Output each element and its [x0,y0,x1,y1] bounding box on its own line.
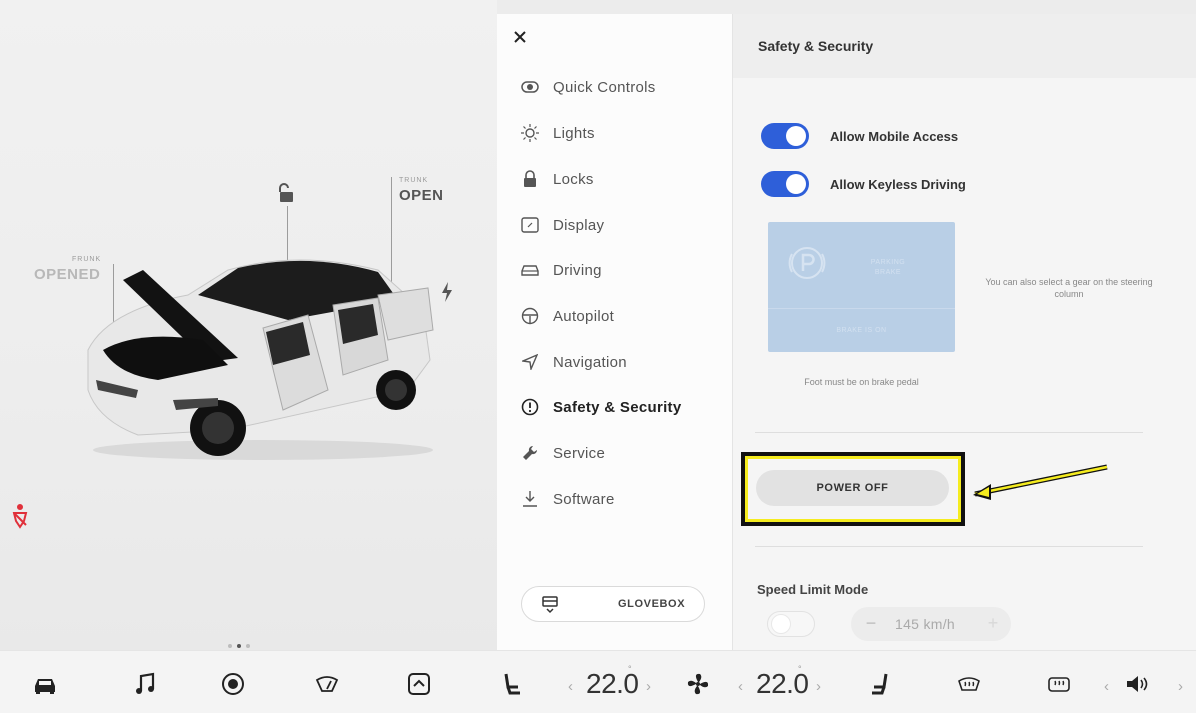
allow-keyless-driving-label: Allow Keyless Driving [830,177,966,192]
driver-seat-heater-icon[interactable] [498,671,524,697]
close-icon[interactable] [511,28,529,46]
bottom-bar: ‹ 22.0 ° › ‹ 22.0 ° › ‹ › [0,650,1196,713]
menu-label: Software [553,490,615,508]
car-icon [519,259,541,281]
rear-defrost-icon[interactable] [1046,671,1072,697]
menu-item-service[interactable]: Service [519,437,719,469]
safety-security-panel: Safety & Security Allow Mobile Access Al… [733,14,1196,650]
menu-label: Locks [553,170,594,188]
menu-item-display[interactable]: Display [519,209,719,241]
temp-left-decrease[interactable]: ‹ [568,678,573,695]
speed-limit-value: 145 km/h [895,616,955,632]
speed-limit-toggle[interactable] [767,611,815,637]
allow-keyless-driving-toggle[interactable] [761,171,809,197]
glovebox-label: GLOVEBOX [618,598,686,610]
light-bulb-icon [519,122,541,144]
menu-label: Autopilot [553,307,615,325]
page-title: Safety & Security [758,38,874,54]
car-icon[interactable] [32,671,58,697]
menu-label: Navigation [553,353,627,371]
lock-icon [519,168,541,190]
alert-circle-icon [519,396,541,418]
glovebox-button[interactable]: GLOVEBOX [521,586,705,622]
toggle-knob [786,174,806,194]
menu-item-autopilot[interactable]: Autopilot [519,300,719,332]
page-dot[interactable] [228,644,232,648]
menu-item-software[interactable]: Software [519,483,719,515]
volume-increase[interactable]: › [1178,678,1183,695]
apps-launcher-icon[interactable] [406,671,432,697]
toggle-knob [786,126,806,146]
menu-label: Driving [553,261,602,279]
parking-brake-line2: BRAKE [874,269,902,276]
parking-brake-panel[interactable]: PARKING BRAKE BRAKE IS ON [768,222,955,352]
volume-icon[interactable] [1124,671,1150,697]
wiper-icon[interactable] [314,671,340,697]
page-dot-active[interactable] [237,644,241,648]
steering-wheel-icon [519,305,541,327]
highlight-box [741,452,965,526]
gear-hint: You can also select a gear on the steeri… [985,277,1153,299]
page-indicator [228,644,250,648]
brake-status: BRAKE IS ON [836,327,887,334]
toggle-knob [771,614,791,634]
menu-item-locks[interactable]: Locks [519,163,719,195]
volume-decrease[interactable]: ‹ [1104,678,1109,695]
menu-label: Lights [553,124,595,142]
temp-left-increase[interactable]: › [646,678,651,695]
annotation-arrow-icon [969,462,1109,504]
settings-header: Safety & Security [733,14,1196,78]
fan-icon[interactable] [685,671,711,697]
menu-item-safety-security[interactable]: Safety & Security [519,391,719,423]
unlocked-icon[interactable] [274,181,298,205]
degree-icon: ° [798,664,802,674]
parking-brake-line1: PARKING [870,259,906,266]
menu-label: Quick Controls [553,78,656,96]
display-icon [519,214,541,236]
parking-brake-divider [768,308,955,309]
speed-limit-label: Speed Limit Mode [757,582,869,597]
menu-item-navigation[interactable]: Navigation [519,346,719,378]
brake-hint: Foot must be on brake pedal [804,377,919,387]
page-dot[interactable] [246,644,250,648]
seatbelt-warning-icon [8,503,32,529]
degree-icon: ° [628,664,632,674]
menu-label: Display [553,216,605,234]
car-status-area: FRUNK OPENED TRUNK OPEN [0,0,497,651]
temp-right-increase[interactable]: › [816,678,821,695]
menu-label: Service [553,444,606,462]
front-defrost-icon[interactable] [956,671,982,697]
speed-limit-stepper: − 145 km/h + [851,607,1011,641]
wrench-icon [519,442,541,464]
passenger-seat-heater-icon[interactable] [868,671,894,697]
allow-mobile-access-toggle[interactable] [761,123,809,149]
camera-icon[interactable] [220,671,246,697]
car-illustration [78,240,448,465]
glovebox-icon [540,595,560,615]
parking-brake-icon [788,244,826,282]
allow-mobile-access-label: Allow Mobile Access [830,129,959,144]
decrease-speed-button[interactable]: − [861,613,881,633]
increase-speed-button[interactable]: + [983,613,1003,633]
menu-item-driving[interactable]: Driving [519,254,719,286]
divider [755,432,1143,433]
menu-label: Safety & Security [553,398,682,416]
menu-item-quick-controls[interactable]: Quick Controls [519,71,719,103]
menu-item-lights[interactable]: Lights [519,117,719,149]
navigation-arrow-icon [519,351,541,373]
settings-menu: Quick Controls Lights Locks Display Driv… [497,14,733,650]
temp-right-decrease[interactable]: ‹ [738,678,743,695]
toggle-icon [519,76,541,98]
download-icon [519,488,541,510]
trunk-label: TRUNK [399,177,429,184]
trunk-status[interactable]: OPEN [399,187,444,204]
divider [755,546,1143,547]
music-icon[interactable] [132,671,158,697]
